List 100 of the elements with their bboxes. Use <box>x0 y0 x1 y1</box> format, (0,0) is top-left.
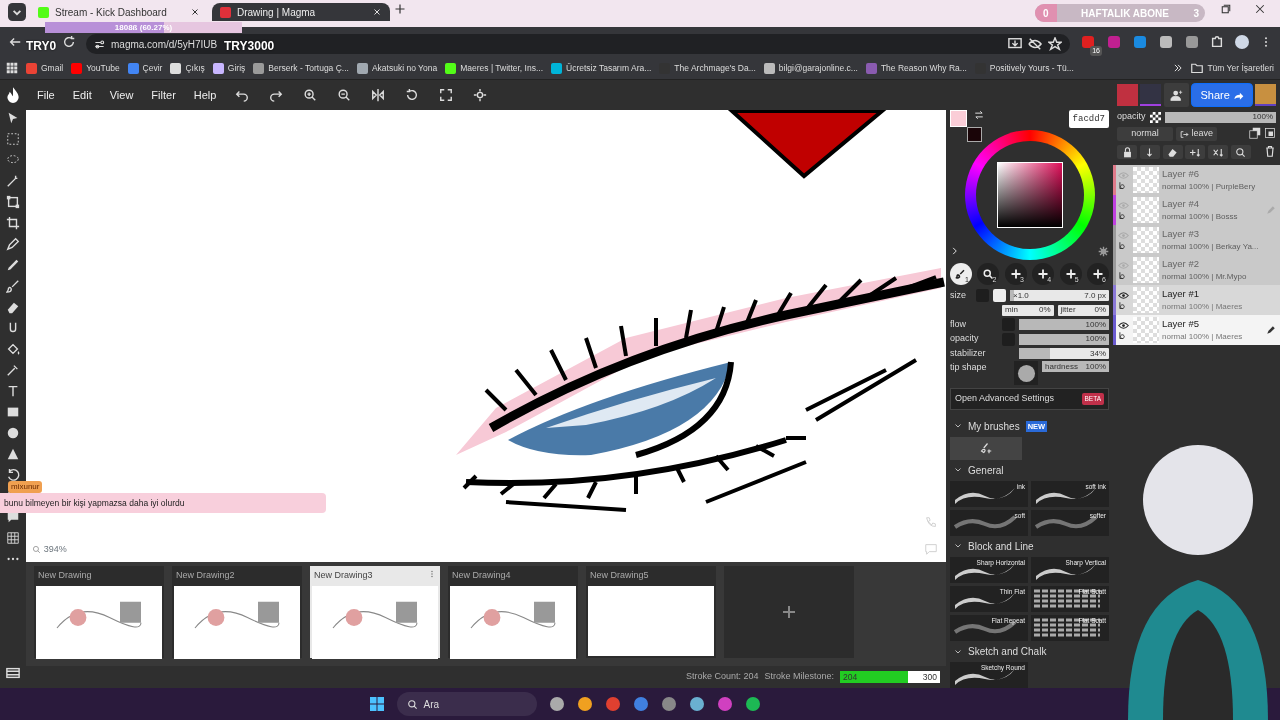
lock-icon[interactable] <box>1121 146 1133 158</box>
close-icon[interactable] <box>1254 3 1266 15</box>
tab-list-icon[interactable] <box>8 3 26 21</box>
eye-icon[interactable] <box>1117 289 1129 301</box>
undo-icon[interactable] <box>235 88 250 102</box>
transparency-icon[interactable] <box>1149 111 1161 123</box>
setting-slider[interactable]: 100% <box>1019 319 1109 331</box>
layer-row[interactable]: Layer #2 normal 100% | Mr.Mypo <box>1113 255 1280 285</box>
add-user-button[interactable] <box>1163 83 1189 107</box>
app-icon[interactable] <box>633 696 649 712</box>
secondary-color-swatch[interactable] <box>967 127 982 142</box>
pencil-icon[interactable] <box>6 237 20 251</box>
paint-bucket-icon[interactable] <box>6 342 20 356</box>
bookmark-link[interactable]: YouTube <box>71 61 120 75</box>
setting-slider[interactable]: 100% <box>1019 333 1109 345</box>
layer-row[interactable]: Layer #6 normal 100% | PurpleBery <box>1113 165 1280 195</box>
bookmarks-folder[interactable]: Tüm Yer İşaretleri <box>1191 61 1274 75</box>
drawing-card[interactable]: New Drawing <box>34 566 164 658</box>
app-icon[interactable] <box>689 696 705 712</box>
user-avatar[interactable] <box>1255 84 1276 106</box>
layer-options-icon[interactable] <box>1118 270 1128 281</box>
browser-icon[interactable] <box>605 696 621 712</box>
extension-icon[interactable] <box>1132 34 1148 50</box>
color-square[interactable] <box>996 162 1063 228</box>
jitter-field[interactable]: jitter 0% <box>1057 304 1109 316</box>
bookmark-link[interactable]: Gmail <box>26 61 64 75</box>
add-layer-icon[interactable] <box>1189 146 1201 158</box>
rotate-icon[interactable] <box>405 88 420 102</box>
min-field[interactable]: min 0% <box>1002 304 1054 316</box>
drawing-card[interactable]: New Drawing3 <box>310 566 440 658</box>
close-icon[interactable] <box>190 7 200 17</box>
eraser-icon[interactable] <box>6 300 20 314</box>
bookmark-link[interactable]: Akatsuki no Yona <box>356 61 438 75</box>
fullscreen-icon[interactable] <box>439 88 454 102</box>
text-icon[interactable] <box>6 384 20 398</box>
windows-start-icon[interactable] <box>369 696 385 712</box>
close-icon[interactable] <box>372 7 382 17</box>
tip-shape-icon[interactable] <box>1016 363 1036 383</box>
settings-icon[interactable] <box>1098 246 1109 257</box>
install-icon[interactable] <box>1008 37 1022 51</box>
pen-icon[interactable] <box>6 258 20 272</box>
drawing-card[interactable]: New Drawing5 <box>586 566 716 658</box>
bookmark-link[interactable]: Berserk - Tortuga Ç... <box>253 61 349 75</box>
menu-item[interactable]: Edit <box>65 83 99 107</box>
search-icon[interactable] <box>1235 146 1247 158</box>
brush-icon[interactable] <box>6 279 20 293</box>
layer-options-icon[interactable] <box>1118 240 1128 251</box>
taskbar-search[interactable]: Ara <box>397 692 537 716</box>
clone-layer-icon[interactable] <box>1212 146 1224 158</box>
duplicate-icon[interactable] <box>1249 127 1262 139</box>
restore-icon[interactable] <box>1220 3 1232 15</box>
layer-options-icon[interactable] <box>1118 300 1128 311</box>
magic-wand-icon[interactable] <box>6 174 20 188</box>
add-brush-button[interactable] <box>950 436 1022 460</box>
bookmark-star-icon[interactable] <box>1048 37 1062 51</box>
layer-row[interactable]: Layer #1 normal 100% | Maeres <box>1113 285 1280 315</box>
blend-mode-dropdown[interactable]: normal <box>1117 127 1173 141</box>
eyedropper-icon[interactable] <box>6 363 20 377</box>
opacity-slider[interactable]: 100% <box>1164 111 1276 123</box>
layer-row[interactable]: Layer #4 normal 100% | Bosss <box>1113 195 1280 225</box>
bookmark-link[interactable]: Giriş <box>212 61 246 75</box>
back-icon[interactable] <box>8 35 22 49</box>
bookmark-link[interactable]: The Reason Why Ra... <box>865 61 967 75</box>
layer-options-icon[interactable] <box>1118 210 1128 221</box>
size-slider[interactable]: ×1.0 7.0 px <box>1010 290 1109 302</box>
chevrons-right-icon[interactable] <box>1173 63 1184 73</box>
magma-logo-icon[interactable] <box>4 86 22 104</box>
merge-icon[interactable] <box>1264 127 1276 139</box>
apps-grid-icon[interactable] <box>6 62 18 74</box>
bookmark-link[interactable]: bilgi@garajonline.c... <box>763 61 858 75</box>
hex-field[interactable]: facdd7 <box>1068 110 1109 128</box>
undo-icon[interactable] <box>6 468 20 482</box>
drawing-card[interactable]: New Drawing2 <box>172 566 302 658</box>
menu-item[interactable]: Filter <box>144 83 183 107</box>
zoom-out-icon[interactable] <box>337 88 352 102</box>
flip-icon[interactable] <box>371 88 386 102</box>
clear-toggle[interactable] <box>993 289 1006 303</box>
redo-icon[interactable] <box>269 88 284 102</box>
bookmark-link[interactable]: Ücretsiz Tasarım Ara... <box>551 61 652 75</box>
move-icon[interactable] <box>6 111 20 125</box>
grid-view-icon[interactable] <box>6 531 20 545</box>
layer-row[interactable]: Layer #3 normal 100% | Berkay Ya... <box>1113 225 1280 255</box>
layer-row[interactable]: Layer #5 normal 100% | Maeres <box>1113 315 1280 345</box>
chevron-right-icon[interactable] <box>950 246 960 256</box>
swap-icon[interactable] <box>974 110 984 120</box>
extension-icon[interactable] <box>1158 34 1174 50</box>
extension-icon[interactable] <box>1184 34 1200 50</box>
app-icon[interactable] <box>661 696 677 712</box>
transform-icon[interactable] <box>6 195 20 209</box>
eye-icon[interactable] <box>1117 319 1129 331</box>
menu-item[interactable]: Help <box>186 83 224 107</box>
bookmark-link[interactable]: Çıkış <box>170 61 205 75</box>
bookmark-link[interactable]: Positively Yours - Tü... <box>974 61 1074 75</box>
menu-item[interactable]: File <box>30 83 62 107</box>
clear-icon[interactable] <box>1167 146 1178 158</box>
brush-group-header[interactable]: Sketch and Chalk <box>950 641 1109 663</box>
brush-group-header[interactable]: Block and Line <box>950 535 1109 557</box>
profile-avatar-icon[interactable] <box>1234 34 1250 50</box>
selection-icon[interactable] <box>6 132 20 146</box>
browser-tab[interactable]: Stream - Kick Dashboard <box>30 3 208 21</box>
